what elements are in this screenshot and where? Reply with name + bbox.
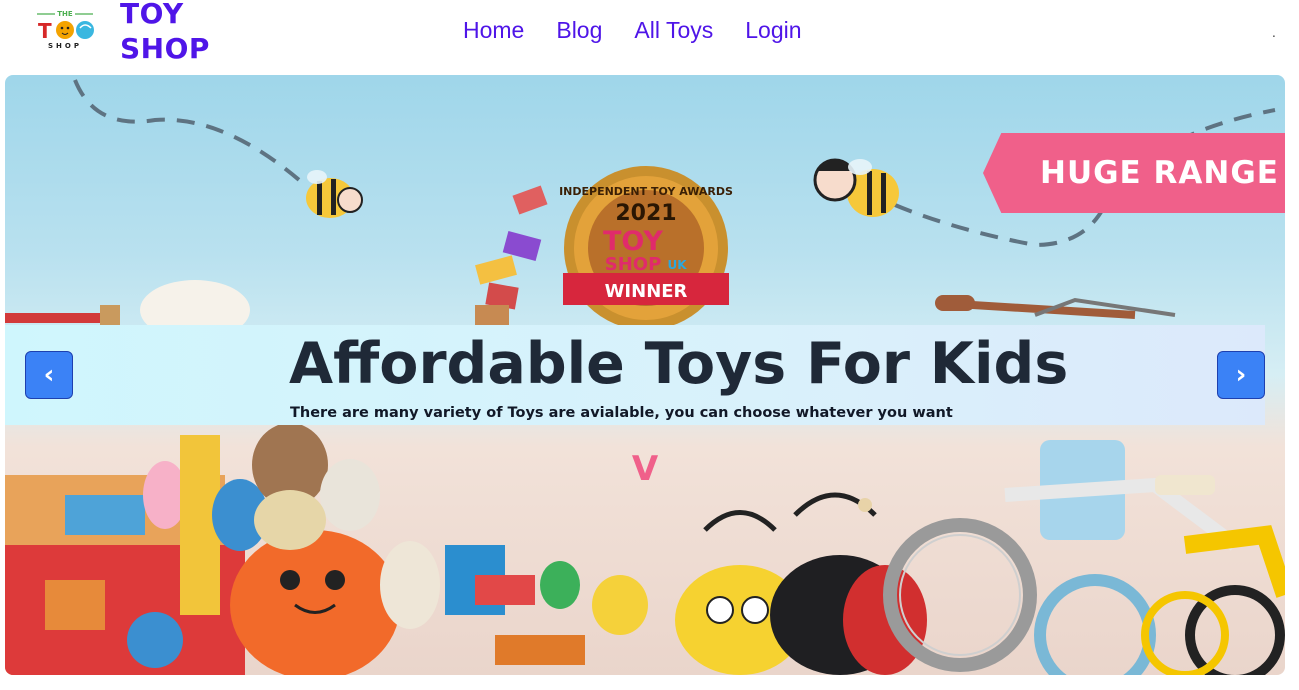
brand-name-line2: SHOP: [120, 32, 210, 65]
svg-text:SHOP: SHOP: [605, 254, 662, 275]
nav-login-link[interactable]: Login: [745, 14, 801, 46]
carousel-next-button[interactable]: ›: [1217, 351, 1265, 399]
navbar: THE T SHOP TOY SHOP Home Blog All Toys L…: [0, 0, 1299, 68]
small-toys-illustration: [380, 541, 648, 665]
svg-text:THE: THE: [57, 10, 73, 18]
bee-left-illustration: [306, 170, 363, 218]
nav-all-toys-link[interactable]: All Toys: [634, 14, 713, 46]
svg-text:UK: UK: [667, 258, 687, 272]
carousel-prev-button[interactable]: ‹: [25, 351, 73, 399]
svg-text:WINNER: WINNER: [605, 281, 688, 302]
hero-title: Affordable Toys For Kids: [289, 331, 1069, 397]
hero-carousel: INDEPENDENT TOY AWARDS 2021 TOY SHOP UK …: [5, 75, 1285, 675]
bike-handle-illustration: [935, 295, 1176, 319]
crab-plush-illustration: [230, 490, 400, 675]
svg-text:INDEPENDENT TOY AWARDS: INDEPENDENT TOY AWARDS: [559, 185, 733, 198]
nav-blog-link[interactable]: Blog: [556, 14, 602, 46]
nav-links: Home Blog All Toys Login: [463, 14, 834, 46]
hero-subtitle: There are many variety of Toys are avial…: [290, 405, 953, 421]
bee-right-illustration: [813, 158, 899, 217]
award-medal-badge: INDEPENDENT TOY AWARDS 2021 TOY SHOP UK …: [559, 166, 733, 330]
svg-text:2021: 2021: [615, 201, 676, 226]
svg-text:T: T: [38, 19, 52, 43]
nav-home-link[interactable]: Home: [463, 14, 524, 46]
huge-range-label: HUGE RANGE: [1040, 155, 1279, 191]
chevron-right-icon: ›: [1235, 360, 1247, 390]
chevron-left-icon: ‹: [43, 360, 55, 390]
svg-text:TOY: TOY: [603, 226, 663, 257]
stacking-animals-illustration: [475, 185, 548, 325]
brand-name[interactable]: TOY SHOP: [120, 0, 210, 66]
nav-trailing-dot: .: [1272, 26, 1276, 40]
brand-name-line1: TOY: [120, 0, 184, 30]
svg-text:V: V: [632, 449, 659, 489]
toy-shop-logo[interactable]: THE T SHOP: [33, 6, 97, 50]
balance-bikes-illustration: [883, 440, 1285, 675]
svg-text:SHOP: SHOP: [48, 42, 82, 50]
